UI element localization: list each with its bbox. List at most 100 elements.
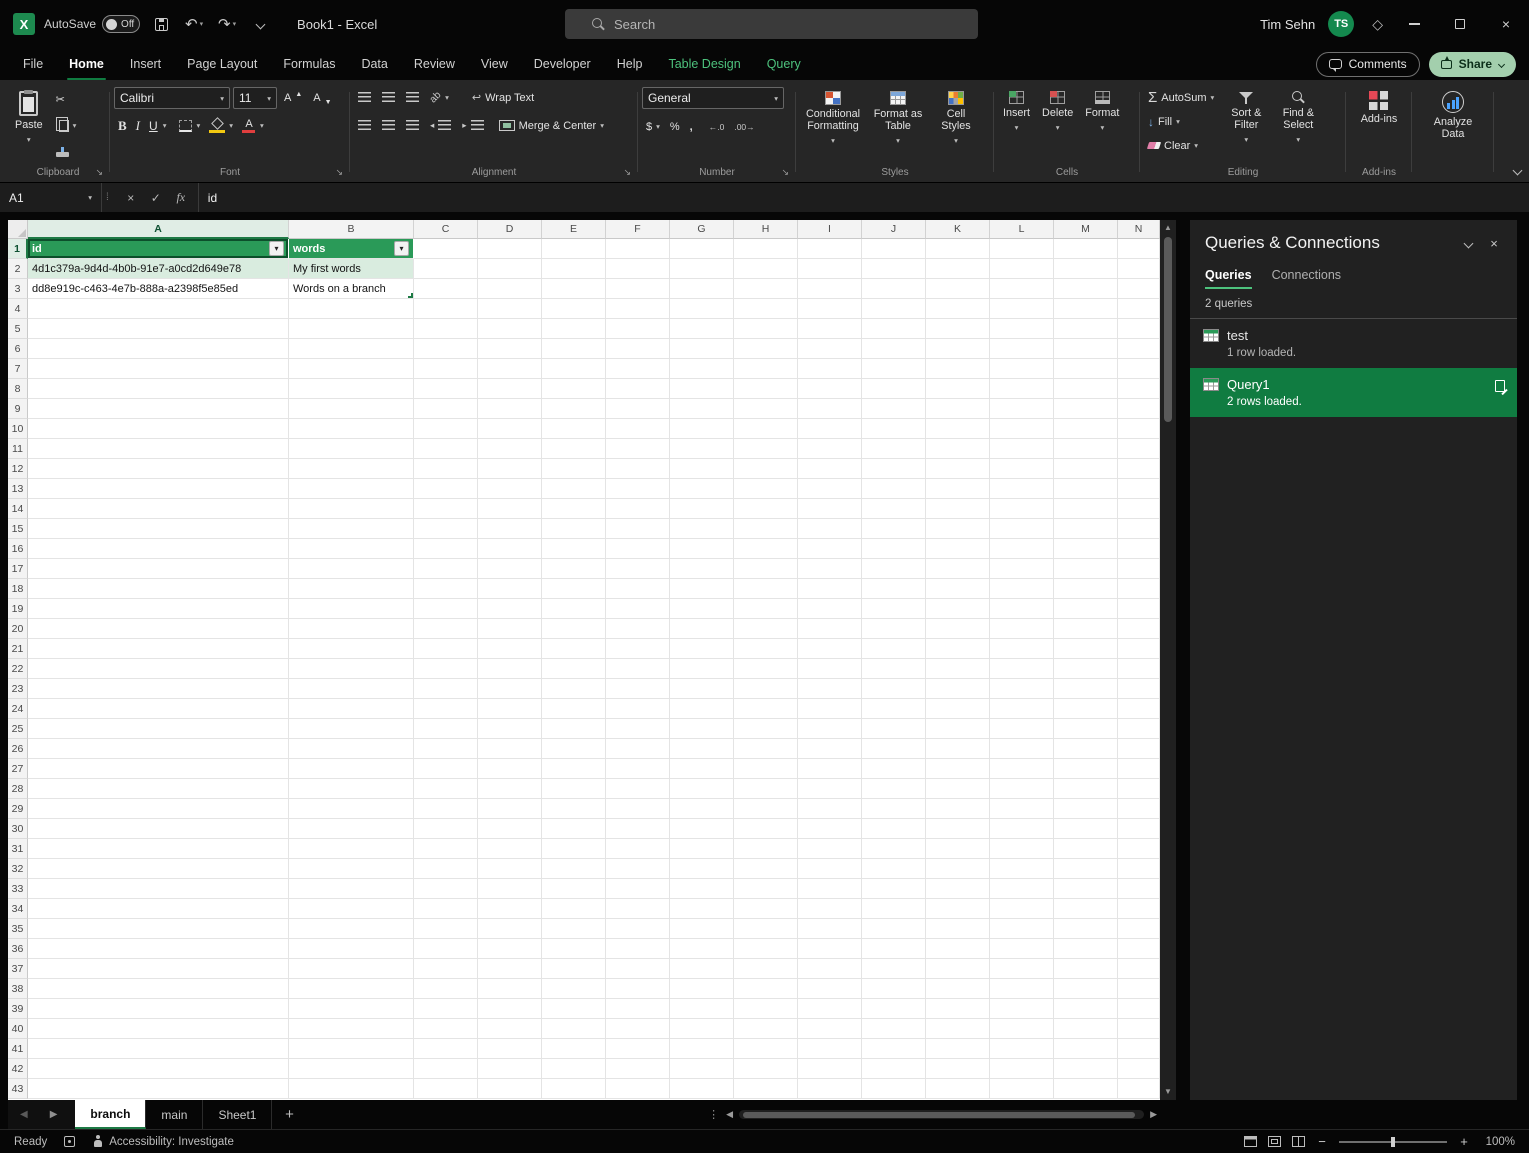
cell-C25[interactable]	[414, 719, 478, 739]
filter-button-id[interactable]: ▾	[269, 241, 284, 256]
cell-H8[interactable]	[734, 379, 798, 399]
row-header-26[interactable]: 26	[8, 739, 28, 759]
row-header-16[interactable]: 16	[8, 539, 28, 559]
column-header-M[interactable]: M	[1054, 220, 1118, 239]
cell-H9[interactable]	[734, 399, 798, 419]
increase-decimal-button[interactable]: ←.0	[705, 116, 729, 137]
cell-N37[interactable]	[1118, 959, 1160, 979]
cell-A23[interactable]	[28, 679, 289, 699]
cell-I23[interactable]	[798, 679, 862, 699]
cell-I36[interactable]	[798, 939, 862, 959]
row-header-32[interactable]: 32	[8, 859, 28, 879]
cell-I17[interactable]	[798, 559, 862, 579]
cell-H19[interactable]	[734, 599, 798, 619]
cell-G3[interactable]	[670, 279, 734, 299]
cell-N17[interactable]	[1118, 559, 1160, 579]
row-header-38[interactable]: 38	[8, 979, 28, 999]
cell-D18[interactable]	[478, 579, 542, 599]
cell-H37[interactable]	[734, 959, 798, 979]
font-name-select[interactable]: Calibri ▾	[114, 87, 230, 109]
cell-E28[interactable]	[542, 779, 606, 799]
cell-D7[interactable]	[478, 359, 542, 379]
cell-A32[interactable]	[28, 859, 289, 879]
row-header-8[interactable]: 8	[8, 379, 28, 399]
row-header-28[interactable]: 28	[8, 779, 28, 799]
cell-C40[interactable]	[414, 1019, 478, 1039]
cell-M13[interactable]	[1054, 479, 1118, 499]
cell-M36[interactable]	[1054, 939, 1118, 959]
orientation-button[interactable]: ab ▾	[426, 87, 453, 108]
cell-I13[interactable]	[798, 479, 862, 499]
cell-L16[interactable]	[990, 539, 1054, 559]
cell-K22[interactable]	[926, 659, 990, 679]
cell-F12[interactable]	[606, 459, 670, 479]
select-all-corner[interactable]	[8, 220, 28, 239]
cell-N19[interactable]	[1118, 599, 1160, 619]
cell-B26[interactable]	[289, 739, 414, 759]
cell-A13[interactable]	[28, 479, 289, 499]
cell-K42[interactable]	[926, 1059, 990, 1079]
cell-D36[interactable]	[478, 939, 542, 959]
cell-H20[interactable]	[734, 619, 798, 639]
cell-E36[interactable]	[542, 939, 606, 959]
zoom-slider-knob[interactable]	[1391, 1136, 1395, 1147]
cell-N38[interactable]	[1118, 979, 1160, 999]
cell-A43[interactable]	[28, 1079, 289, 1099]
cell-M19[interactable]	[1054, 599, 1118, 619]
cell-I1[interactable]	[798, 239, 862, 259]
cell-F40[interactable]	[606, 1019, 670, 1039]
cell-E32[interactable]	[542, 859, 606, 879]
clear-button[interactable]: Clear ▾	[1144, 135, 1218, 156]
cell-H10[interactable]	[734, 419, 798, 439]
cell-N23[interactable]	[1118, 679, 1160, 699]
row-header-42[interactable]: 42	[8, 1059, 28, 1079]
column-header-L[interactable]: L	[990, 220, 1054, 239]
cell-J17[interactable]	[862, 559, 926, 579]
cell-F6[interactable]	[606, 339, 670, 359]
cell-H31[interactable]	[734, 839, 798, 859]
cell-H4[interactable]	[734, 299, 798, 319]
cell-J8[interactable]	[862, 379, 926, 399]
column-header-D[interactable]: D	[478, 220, 542, 239]
row-header-27[interactable]: 27	[8, 759, 28, 779]
cell-F16[interactable]	[606, 539, 670, 559]
cell-N43[interactable]	[1118, 1079, 1160, 1099]
row-header-15[interactable]: 15	[8, 519, 28, 539]
fill-color-button[interactable]: ▾	[205, 115, 237, 136]
cell-L31[interactable]	[990, 839, 1054, 859]
ribbon-tab-insert[interactable]: Insert	[117, 48, 174, 80]
cell-H17[interactable]	[734, 559, 798, 579]
cell-D8[interactable]	[478, 379, 542, 399]
cell-H1[interactable]	[734, 239, 798, 259]
cell-J9[interactable]	[862, 399, 926, 419]
query-item-query1[interactable]: Query1 2 rows loaded.	[1190, 368, 1517, 417]
increase-font-size-button[interactable]: A ▲	[280, 88, 306, 109]
cell-B12[interactable]	[289, 459, 414, 479]
cell-E30[interactable]	[542, 819, 606, 839]
cell-M34[interactable]	[1054, 899, 1118, 919]
cell-M16[interactable]	[1054, 539, 1118, 559]
cell-N8[interactable]	[1118, 379, 1160, 399]
column-header-K[interactable]: K	[926, 220, 990, 239]
cell-B43[interactable]	[289, 1079, 414, 1099]
row-header-39[interactable]: 39	[8, 999, 28, 1019]
cell-B4[interactable]	[289, 299, 414, 319]
cell-G43[interactable]	[670, 1079, 734, 1099]
cell-B2[interactable]: My first words	[289, 259, 414, 279]
formula-bar-resizer[interactable]: ⁞	[102, 183, 114, 212]
cell-E39[interactable]	[542, 999, 606, 1019]
cell-E33[interactable]	[542, 879, 606, 899]
sheet-tab-branch[interactable]: branch	[75, 1100, 147, 1129]
cell-D10[interactable]	[478, 419, 542, 439]
cell-D4[interactable]	[478, 299, 542, 319]
redo-button[interactable]: ↷ ▾	[215, 11, 239, 37]
cell-F24[interactable]	[606, 699, 670, 719]
cell-L29[interactable]	[990, 799, 1054, 819]
cell-K8[interactable]	[926, 379, 990, 399]
cell-K20[interactable]	[926, 619, 990, 639]
cell-F22[interactable]	[606, 659, 670, 679]
cell-J28[interactable]	[862, 779, 926, 799]
cell-N30[interactable]	[1118, 819, 1160, 839]
cell-K3[interactable]	[926, 279, 990, 299]
cell-C30[interactable]	[414, 819, 478, 839]
